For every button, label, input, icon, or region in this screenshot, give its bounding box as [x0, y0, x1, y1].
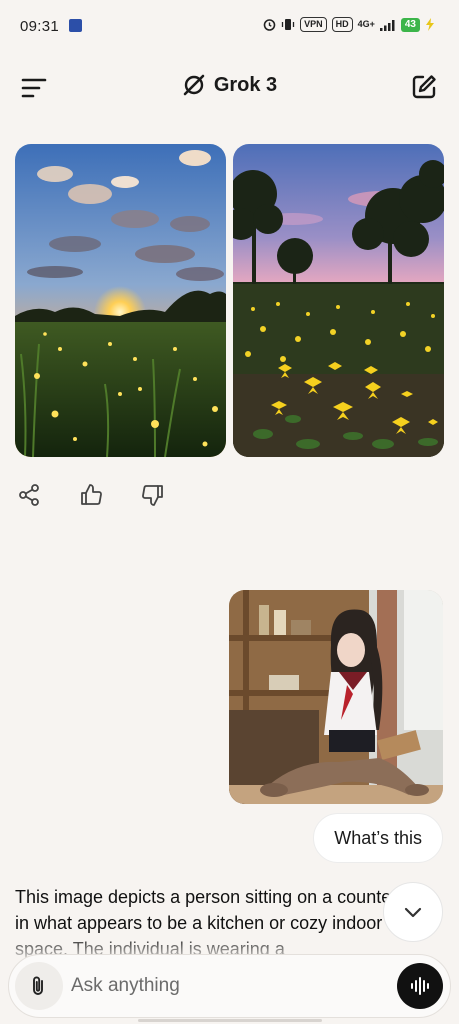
- user-uploaded-image[interactable]: [229, 590, 443, 804]
- dislike-button[interactable]: [139, 481, 167, 509]
- signal-icon: [379, 19, 395, 31]
- page-title: Grok 3: [213, 73, 278, 96]
- share-button[interactable]: [15, 481, 43, 509]
- vpn-badge: VPN: [300, 17, 327, 32]
- vibrate-icon: [281, 19, 295, 30]
- user-message-text: What’s this: [334, 827, 422, 848]
- attach-button[interactable]: [15, 962, 63, 1010]
- scroll-to-bottom-button[interactable]: [383, 882, 443, 942]
- message-actions: [15, 481, 167, 509]
- thumbs-down-icon: [142, 485, 163, 506]
- like-button[interactable]: [77, 481, 105, 509]
- generated-image-flower-field[interactable]: [233, 144, 444, 457]
- notification-app-icon: [69, 19, 82, 32]
- new-chat-button[interactable]: [410, 73, 438, 101]
- top-bar: Grok 3: [0, 60, 459, 116]
- chevron-down-icon: [404, 907, 422, 918]
- grok-logo-icon: [183, 74, 205, 96]
- new-chat-icon: [412, 75, 436, 99]
- status-time: 09:31: [20, 18, 60, 35]
- status-indicators: VPN HD 4G+ 43: [263, 17, 435, 32]
- alarm-icon: [263, 19, 276, 31]
- model-selector[interactable]: Grok 3: [0, 73, 459, 97]
- composer-bar: [8, 954, 451, 1018]
- paperclip-icon: [33, 976, 43, 995]
- charging-icon: [426, 18, 434, 31]
- generated-image-sunset-meadow[interactable]: [15, 144, 226, 457]
- ask-input[interactable]: [71, 969, 371, 1003]
- voice-icon: [411, 977, 429, 995]
- status-bar: 09:31 VPN HD 4G+ 43: [0, 0, 459, 52]
- voice-mode-button[interactable]: [397, 963, 443, 1009]
- hd-badge: HD: [331, 17, 353, 32]
- network-type: 4G+: [357, 19, 375, 29]
- battery-level: 43: [400, 17, 420, 32]
- share-icon: [19, 484, 39, 506]
- home-indicator: [138, 1019, 322, 1022]
- thumbs-up-icon: [81, 484, 102, 505]
- user-message-bubble: What’s this: [313, 813, 443, 863]
